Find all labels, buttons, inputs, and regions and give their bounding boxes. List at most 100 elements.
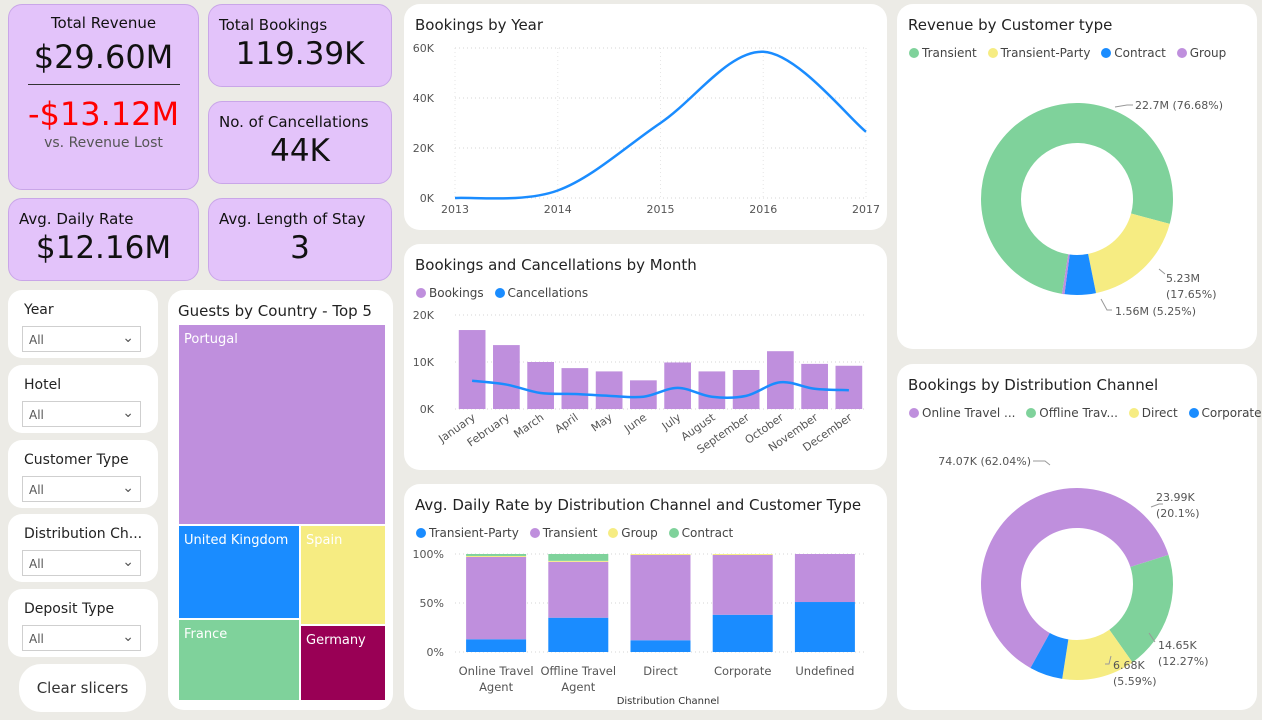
y-tick-label: 0% [427,646,444,659]
bar-bookings [732,369,760,409]
bar-segment-transient [630,554,691,641]
revenue-lost-label: vs. Revenue Lost [44,135,163,151]
bar-bookings [561,368,589,409]
treemap-tile-spain[interactable]: Spain [301,526,385,624]
data-label: 23.99K [1156,491,1195,504]
x-axis-title: Distribution Channel [617,696,720,707]
tile-label: United Kingdom [184,533,289,548]
bar-bookings [527,362,554,409]
bar-segment-transient-party [794,602,855,652]
chevron-down-icon: ⌄ [122,405,134,421]
kpi-avg-daily-rate: Avg. Daily Rate $12.16M [8,198,199,281]
leader-line [1158,268,1166,275]
x-tick-label: Direct [643,664,678,678]
slicer-value: All [29,557,44,571]
kpi-label: Total Revenue [50,14,157,32]
data-label: (12.27%) [1158,655,1209,668]
chevron-down-icon: ⌄ [122,554,134,570]
adr-channel-customer-card: Avg. Daily Rate by Distribution Channel … [404,484,887,710]
data-label: (5.59%) [1113,675,1157,688]
x-tick-label: 2015 [647,203,675,216]
bar-segment-transient-party [712,614,773,652]
data-label: 5.23M [1166,272,1200,285]
bar-bookings [698,371,726,409]
x-tick-label: Agent [561,680,596,694]
kpi-label: Avg. Daily Rate [19,210,134,228]
slicer-label: Year [24,302,54,318]
leader-line [1114,104,1133,108]
kpi-value: $12.16M [35,230,172,266]
bookings-cancellations-month-chart: 0K10K20KJanuaryFebruary March April May June… [413,309,866,456]
slicer-dropdown-hotel[interactable]: All ⌄ [22,401,141,427]
y-tick-label: 20K [413,142,435,155]
kpi-value: 44K [270,133,330,169]
bar-segment-group [466,555,527,557]
bar-segment-group [548,560,609,562]
slicer-hotel: Hotel All ⌄ [8,365,158,433]
bar-bookings [835,365,863,409]
slicer-year: Year All ⌄ [8,290,158,358]
kpi-value: 119.39K [235,36,365,72]
x-tick-label: Corporate [714,664,772,678]
treemap-tile-germany[interactable]: Germany [301,626,385,700]
x-tick-label: 2013 [441,203,469,216]
bar-segment-transient [548,561,609,618]
kpi-label: Avg. Length of Stay [219,210,366,228]
bookings-by-year-card: Bookings by Year 0K 20K 40K 60K 2013 2014 2015… [404,4,887,230]
data-label: (17.65%) [1166,288,1217,301]
y-tick-label: 40K [413,92,435,105]
data-label: 14.65K [1158,639,1197,652]
adr-channel-customer-chart: 0% 50% 100% Online Travel Agent Offline Trave… [413,548,866,707]
kpi-value: $29.60M [33,38,174,76]
bar-segment-transient [794,554,855,603]
chart-title: Guests by Country - Top 5 [178,302,372,320]
slicer-dropdown-distribution-channel[interactable]: All ⌄ [22,550,141,576]
tile-label: Germany [306,633,366,648]
x-tick-label: March [511,411,546,441]
slicer-value: All [29,483,44,497]
bookings-by-year-chart: 0K 20K 40K 60K 2013 2014 2015 2016 2017 [413,42,880,216]
data-label: 74.07K (62.04%) [938,455,1031,468]
x-tick-label: Agent [479,680,514,694]
bar-bookings [595,371,623,409]
chevron-down-icon: ⌄ [122,330,134,346]
bar-bookings [664,362,691,409]
y-tick-label: 100% [413,548,444,561]
y-tick-label: 60K [413,42,435,55]
bar-bookings [458,330,486,409]
x-tick-label: April [553,411,581,436]
revenue-lost-value: -$13.12M [27,95,180,133]
kpi-cancellations: No. of Cancellations 44K [208,101,392,184]
chevron-down-icon: ⌄ [122,629,134,645]
bar-segment-transient-party [466,639,527,652]
slicer-dropdown-deposit-type[interactable]: All ⌄ [22,625,141,651]
slicer-dropdown-customer-type[interactable]: All ⌄ [22,476,141,502]
x-tick-label: Undefined [795,664,854,678]
bar-segment-contract [466,554,527,556]
bar-segment-transient-party [548,617,609,652]
treemap-tile-france[interactable]: France [179,620,299,700]
treemap-tile-portugal[interactable]: Portugal [179,325,385,524]
revenue-customer-type-chart: 22.7M (76.68%) 5.23M (17.65%) 1.56M (5.25%) [981,99,1223,318]
slicer-customer-type: Customer Type All ⌄ [8,440,158,508]
treemap-tile-united-kingdom[interactable]: United Kingdom [179,526,299,618]
bar-segment-contract [548,554,609,561]
kpi-label: No. of Cancellations [219,113,369,131]
tile-label: Spain [306,533,343,548]
x-tick-label: 2014 [544,203,572,216]
bar-bookings [493,345,520,409]
leader-line [1100,298,1112,311]
bar-segment-group [630,554,691,555]
slicer-value: All [29,333,44,347]
kpi-label: Total Bookings [219,16,328,34]
bar-segment-group [712,554,773,555]
x-tick-label: 2016 [749,203,777,216]
slicer-dropdown-year[interactable]: All ⌄ [22,326,141,352]
data-label: 6.68K [1113,659,1145,672]
tile-label: Portugal [184,332,238,347]
revenue-customer-type-card: Revenue by Customer type Transient Trans… [897,4,1257,349]
kpi-total-bookings: Total Bookings 119.39K [208,4,392,87]
x-tick-label: Online Travel [459,664,534,678]
clear-slicers-button[interactable]: Clear slicers [19,664,146,712]
donut-slice-transient-party [1088,213,1170,294]
